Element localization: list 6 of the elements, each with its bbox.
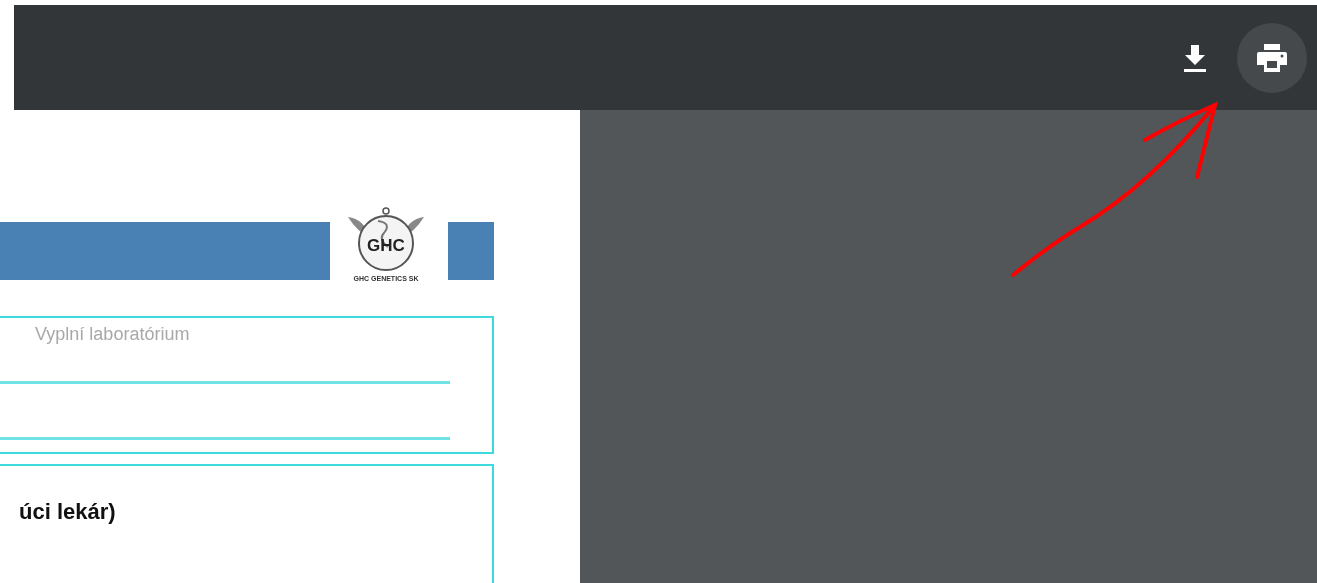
section-label: Vyplní laboratórium <box>35 323 190 346</box>
download-icon <box>1182 42 1208 73</box>
header-band <box>448 222 494 280</box>
logo-initials: GHC <box>367 236 405 255</box>
print-icon <box>1256 42 1288 73</box>
section-heading: úci lekár) <box>19 498 116 526</box>
